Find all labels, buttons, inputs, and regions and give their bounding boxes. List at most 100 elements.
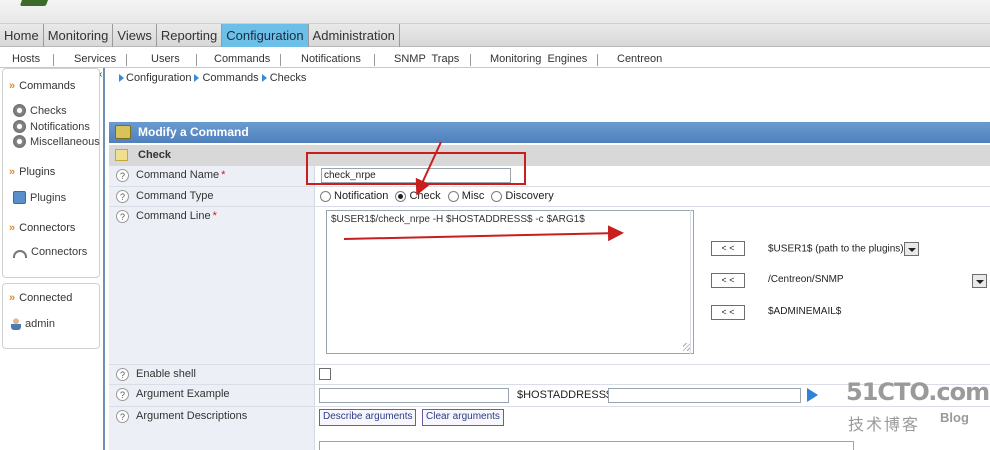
double-chevron-icon: » [9,292,16,304]
help-icon[interactable]: ? [116,388,129,401]
radio-label: Misc [461,190,485,203]
command-icon [115,125,131,139]
tab-administration[interactable]: Administration [309,24,400,47]
gear-icon [13,104,26,117]
tab-monitoring[interactable]: Monitoring [44,24,114,47]
sidebar-item-connectors[interactable]: Connectors [13,246,87,258]
help-icon[interactable]: ? [116,410,129,423]
describe-arguments-button[interactable]: Describe arguments [319,409,417,426]
sidebar-header-commands: » Commands [9,80,75,92]
breadcrumb-configuration[interactable]: Configuration [126,72,191,84]
argument-example-label: Argument Example [136,388,230,400]
radio-misc[interactable] [447,190,459,202]
radio-check[interactable] [395,190,407,202]
double-chevron-icon: » [9,166,16,178]
command-line-label: Command Line * [136,210,217,222]
help-icon[interactable]: ? [116,368,129,381]
label-cell: ? Command Type [109,187,315,206]
sidebar-item-miscellaneous[interactable]: Miscellaneous [13,135,100,148]
subnav-services[interactable]: Services [74,53,116,65]
highlight-box [306,152,526,185]
clear-arguments-button[interactable]: Clear arguments [422,409,504,426]
tab-configuration[interactable]: Configuration [222,24,309,47]
form-title-text: Modify a Command [138,125,249,139]
subnav-notifications[interactable]: Notifications [301,53,361,65]
macro-select-user1[interactable]: $USER1$ (path to the plugins) [766,241,921,257]
help-icon[interactable]: ? [116,210,129,223]
radio-discovery[interactable] [491,190,503,202]
subnav-separator [470,54,471,66]
value-cell: Notification Check Misc Discovery [316,187,990,206]
command-line-text: $USER1$/check_nrpe -H $HOSTADDRESS$ -c $… [331,214,585,225]
subnav-users[interactable]: Users [151,53,180,65]
section-title: Check [138,149,172,161]
enable-shell-checkbox[interactable] [319,368,331,380]
tab-views[interactable]: Views [113,24,157,47]
sidebar-header-label: Connected [19,292,73,304]
help-icon[interactable]: ? [116,169,129,182]
insert-resource-button[interactable]: < < [711,273,745,288]
sidebar-header-connectors: » Connectors [9,222,75,234]
play-arrow-icon[interactable] [807,388,818,402]
command-line-textarea[interactable]: $USER1$/check_nrpe -H $HOSTADDRESS$ -c $… [326,210,694,354]
breadcrumb-arrow-icon [261,74,267,82]
sidebar-connected-panel: » Connected admin [2,283,100,349]
select-value: $ADMINEMAIL$ [768,306,842,317]
subnav-separator [597,54,598,66]
argument-descriptions-box[interactable] [319,441,854,450]
tab-home[interactable]: Home [0,24,44,47]
host-address-input[interactable] [608,388,801,403]
gear-icon [13,120,26,133]
value-cell: $USER1$/check_nrpe -H $HOSTADDRESS$ -c $… [316,207,990,364]
username: admin [25,318,55,330]
sidebar-item-checks[interactable]: Checks [13,104,67,117]
sidebar: ‹ » Commands Checks Notifications Miscell… [0,68,105,450]
help-icon[interactable]: ? [116,190,129,203]
insert-macro-button[interactable]: < < [711,305,745,320]
subnav-separator [280,54,281,66]
sidebar-item-notifications[interactable]: Notifications [13,120,90,133]
note-icon [115,149,128,161]
sidebar-header-label: Plugins [19,166,56,178]
top-banner [0,0,990,24]
row-command-line: ? Command Line * $USER1$/check_nrpe -H $H… [109,207,990,365]
sidebar-item-label: Checks [30,104,67,117]
label-cell: ? Argument Example [109,385,315,406]
breadcrumb-checks[interactable]: Checks [270,72,307,84]
select-value: /Centreon/SNMP [768,274,844,285]
insert-user1-button[interactable]: < < [711,241,745,256]
subnav-monitoring-engines[interactable]: Monitoring Engines [490,53,587,65]
macro-select-resource[interactable]: /Centreon/SNMP [766,273,988,289]
select-value: $USER1$ (path to the plugins) [768,243,904,255]
command-name-label: Command Name * [136,169,225,181]
argument-example-input[interactable] [319,388,509,403]
sidebar-header-label: Commands [19,80,76,92]
sidebar-item-label: Miscellaneous [30,135,100,148]
subnav-hosts[interactable]: Hosts [12,53,40,65]
label-cell: ? Command Line * [109,207,315,364]
subnav-separator [53,54,54,66]
subnav-separator [126,54,127,66]
row-command-name: ? Command Name * [109,166,990,187]
subnav-separator [196,54,197,66]
dropdown-arrow-icon[interactable] [972,274,987,288]
sidebar-item-user[interactable]: admin [11,318,55,330]
breadcrumb-commands[interactable]: Commands [202,72,258,84]
subnav-commands[interactable]: Commands [214,53,270,65]
macro-panel: < < $USER1$ (path to the plugins) < < /C… [690,210,990,354]
user-icon [11,318,21,330]
sidebar-item-label: Plugins [30,191,67,204]
double-chevron-icon: » [9,222,16,234]
sidebar-item-plugins[interactable]: Plugins [13,191,66,204]
radio-notification[interactable] [320,190,331,202]
breadcrumb: Configuration Commands Checks [116,72,306,84]
form-title: Modify a Command [109,122,990,143]
subnav-snmp-traps[interactable]: SNMP Traps [394,53,459,65]
sidebar-item-label: Connectors [31,246,88,258]
argument-descriptions-label: Argument Descriptions [136,410,248,422]
macro-select-adminemail[interactable]: $ADMINEMAIL$ [766,305,843,321]
subnav-centreon[interactable]: Centreon [617,53,662,65]
tab-reporting[interactable]: Reporting [157,24,223,47]
dropdown-arrow-icon[interactable] [903,242,919,256]
sidebar-header-connected: » Connected [9,292,72,304]
